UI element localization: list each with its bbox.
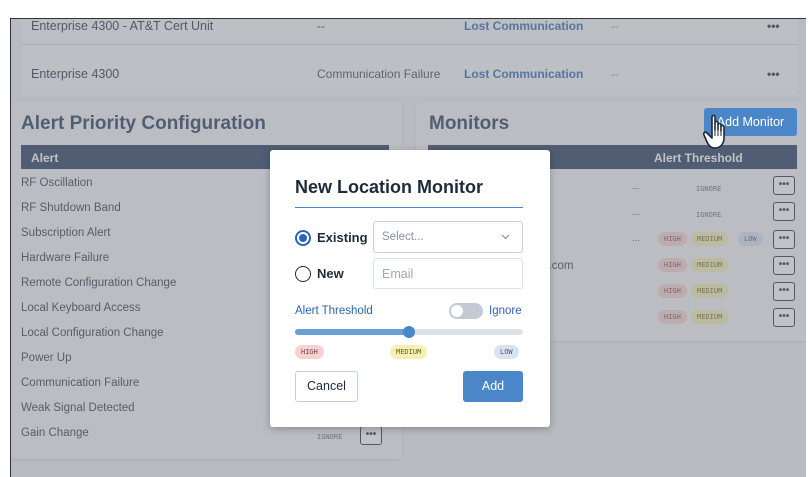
existing-label: Existing [317, 230, 368, 245]
slider-high-label: HIGH [295, 345, 324, 359]
ignore-toggle[interactable] [449, 303, 483, 319]
cancel-button[interactable]: Cancel [295, 371, 358, 402]
slider-fill [295, 329, 409, 335]
slider-handle[interactable] [403, 326, 415, 338]
chevron-down-icon [501, 234, 510, 240]
title-divider [295, 207, 523, 208]
new-label: New [317, 266, 344, 281]
slider-low-label: LOW [494, 345, 519, 359]
location-select[interactable]: Select... [373, 221, 523, 253]
threshold-slider[interactable] [295, 326, 523, 338]
modal-title: New Location Monitor [295, 177, 483, 197]
add-button[interactable]: Add [463, 371, 523, 402]
email-field[interactable]: Email [373, 258, 523, 289]
hand-cursor-icon [703, 114, 725, 149]
app-frame: Enterprise 4300 - AT&T Cert Unit -- Lost… [10, 18, 806, 477]
alert-threshold-label: Alert Threshold [295, 305, 373, 317]
select-placeholder: Select... [382, 231, 424, 243]
slider-medium-label: MEDIUM [390, 345, 428, 359]
new-radio[interactable] [295, 266, 311, 282]
page-content: Enterprise 4300 - AT&T Cert Unit -- Lost… [11, 19, 806, 477]
email-placeholder: Email [382, 267, 414, 281]
radio-dot [299, 234, 307, 242]
toggle-knob [451, 305, 463, 317]
existing-radio[interactable] [295, 230, 311, 246]
new-location-monitor-modal: New Location Monitor Existing Select... … [270, 150, 550, 427]
ignore-label: Ignore [489, 305, 522, 317]
